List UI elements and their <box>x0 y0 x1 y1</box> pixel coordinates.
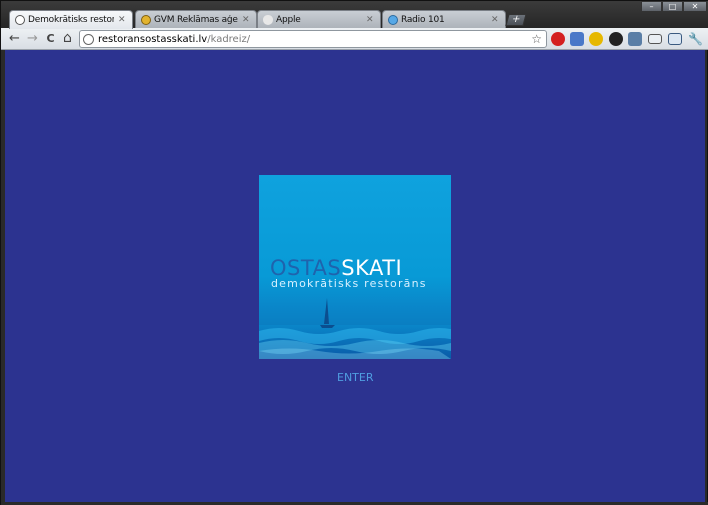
smiley-icon[interactable] <box>589 32 603 46</box>
apple-icon <box>263 14 273 25</box>
close-icon[interactable]: ✕ <box>118 15 126 25</box>
url-host: restoransostasskati.lv <box>98 33 208 45</box>
globe-icon <box>83 33 94 45</box>
sailboat-icon <box>324 298 329 324</box>
page-content: OSTASSKATI demokrātisks restorāns ENTER <box>5 50 705 502</box>
browser-window: Demokrātisks restorāns Ostas ✕ GVM Reklā… <box>0 0 708 505</box>
close-icon[interactable]: ✕ <box>366 15 374 25</box>
reload-button[interactable]: C <box>43 31 58 46</box>
window2-icon[interactable] <box>668 33 682 45</box>
record-icon[interactable] <box>609 32 623 46</box>
ublock-icon[interactable] <box>551 32 565 46</box>
close-window-button[interactable]: ✕ <box>683 1 707 12</box>
radio-icon <box>388 14 398 25</box>
window-icon[interactable] <box>648 34 662 44</box>
new-tab-button[interactable]: + <box>505 14 527 26</box>
forward-button[interactable]: → <box>25 31 40 46</box>
minimize-button[interactable]: – <box>641 1 662 12</box>
address-bar[interactable]: restoransostasskati.lv /kadreiz/ ☆ <box>79 30 547 48</box>
tab-title: GVM Reklāmas aģentūra GVM <box>154 14 238 25</box>
tab-1[interactable]: GVM Reklāmas aģentūra GVM ✕ <box>135 10 257 28</box>
url-path: /kadreiz/ <box>207 33 251 45</box>
globe-icon <box>15 15 25 25</box>
tab-0[interactable]: Demokrātisks restorāns Ostas ✕ <box>9 10 133 29</box>
gvm-favicon <box>141 14 151 25</box>
close-icon[interactable]: ✕ <box>491 15 499 25</box>
tab-3[interactable]: Radio 101 ✕ <box>382 10 506 28</box>
close-icon[interactable]: ✕ <box>242 15 250 25</box>
tab-strip: Demokrātisks restorāns Ostas ✕ GVM Reklā… <box>1 1 708 29</box>
tab-title: Radio 101 <box>401 14 445 25</box>
tab-title: Apple <box>276 14 301 25</box>
tab-title: Demokrātisks restorāns Ostas <box>28 15 114 25</box>
translate-icon[interactable] <box>570 32 584 46</box>
enter-link[interactable]: ENTER <box>337 371 374 384</box>
star-icon[interactable]: ☆ <box>531 32 542 46</box>
home-button[interactable]: ⌂ <box>60 31 75 46</box>
screenshot-icon[interactable] <box>628 32 642 46</box>
maximize-button[interactable]: □ <box>662 1 683 12</box>
wrench-icon[interactable]: 🔧 <box>688 32 703 46</box>
logo: OSTASSKATI demokrātisks restorāns <box>259 175 451 359</box>
logo-tagline: demokrātisks restorāns <box>271 277 427 290</box>
back-button[interactable]: ← <box>7 31 22 46</box>
toolbar: ← → C ⌂ restoransostasskati.lv /kadreiz/… <box>1 28 708 50</box>
tab-2[interactable]: Apple ✕ <box>257 10 381 28</box>
